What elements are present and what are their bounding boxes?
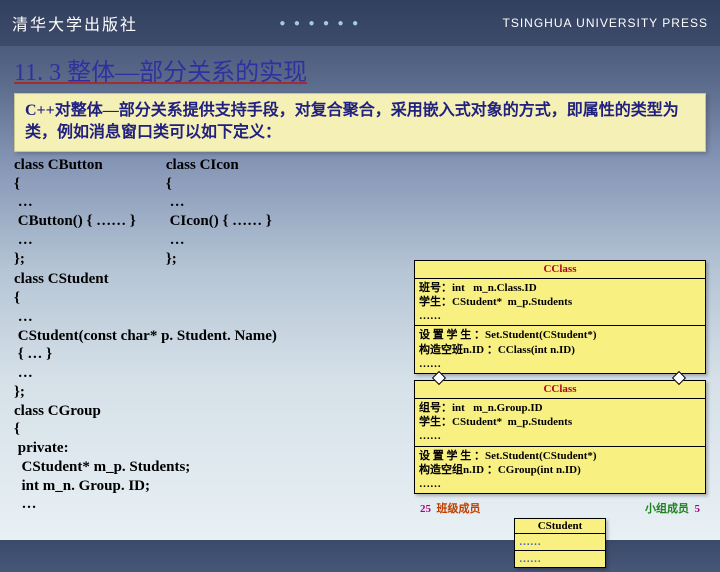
mult-left: 25 班级成员 bbox=[420, 500, 481, 516]
uml-attrs: 组号：int m_n.Group.ID 学生：CStudent* m_p.Stu… bbox=[415, 399, 705, 447]
mult-right: 小组成员 5 bbox=[645, 500, 700, 516]
publisher-cn: 清华大学出版社 bbox=[12, 11, 138, 35]
uml-ops: 设 置 学 生 ：Set.Student(CStudent*) 构造空组n.ID… bbox=[415, 447, 705, 494]
uml-area: CClass 班号：int m_n.Class.ID 学生：CStudent* … bbox=[414, 260, 706, 568]
uml-cstudent: CStudent …… …… bbox=[514, 518, 606, 568]
uml-cstudent-wrap: CStudent …… …… bbox=[414, 518, 706, 568]
uml-sec: …… bbox=[515, 534, 605, 551]
slide-header: 清华大学出版社 ● ● ● ● ● ● TSINGHUA UNIVERSITY … bbox=[0, 0, 720, 46]
uml-title: CClass bbox=[415, 381, 705, 398]
uml-cclass-1: CClass 班号：int m_n.Class.ID 学生：CStudent* … bbox=[414, 260, 706, 374]
slide-title: 11. 3 整体—部分关系的实现 bbox=[14, 52, 706, 87]
code-cicon: class CIcon { … CIcon() { …… } … }; bbox=[166, 156, 272, 269]
code-row: class CButton { … CButton() { …… } … }; … bbox=[14, 156, 706, 269]
uml-attrs: 班号：int m_n.Class.ID 学生：CStudent* m_p.Stu… bbox=[415, 279, 705, 327]
uml-cclass-2: CClass 组号：int m_n.Group.ID 学生：CStudent* … bbox=[414, 380, 706, 494]
code-cbutton: class CButton { … CButton() { …… } … }; bbox=[14, 156, 136, 269]
bottom-area: class CStudent { … CStudent(const char* … bbox=[14, 268, 706, 568]
uml-title: CStudent bbox=[515, 519, 605, 534]
intro-box: C++对整体—部分关系提供支持手段，对复合聚合，采用嵌入式对象的方式，即属性的类… bbox=[14, 93, 706, 152]
uml-title: CClass bbox=[415, 261, 705, 278]
uml-ops: 设 置 学 生 ：Set.Student(CStudent*) 构造空班n.ID… bbox=[415, 326, 705, 373]
code-cstudent: class CStudent { … CStudent(const char* … bbox=[14, 270, 277, 514]
uml-multiplicity: 25 班级成员 小组成员 5 bbox=[414, 500, 706, 516]
slide-content: 11. 3 整体—部分关系的实现 C++对整体—部分关系提供支持手段，对复合聚合… bbox=[0, 46, 720, 572]
header-dots: ● ● ● ● ● ● bbox=[279, 18, 361, 29]
publisher-en: TSINGHUA UNIVERSITY PRESS bbox=[502, 16, 708, 30]
uml-sec: …… bbox=[515, 551, 605, 567]
